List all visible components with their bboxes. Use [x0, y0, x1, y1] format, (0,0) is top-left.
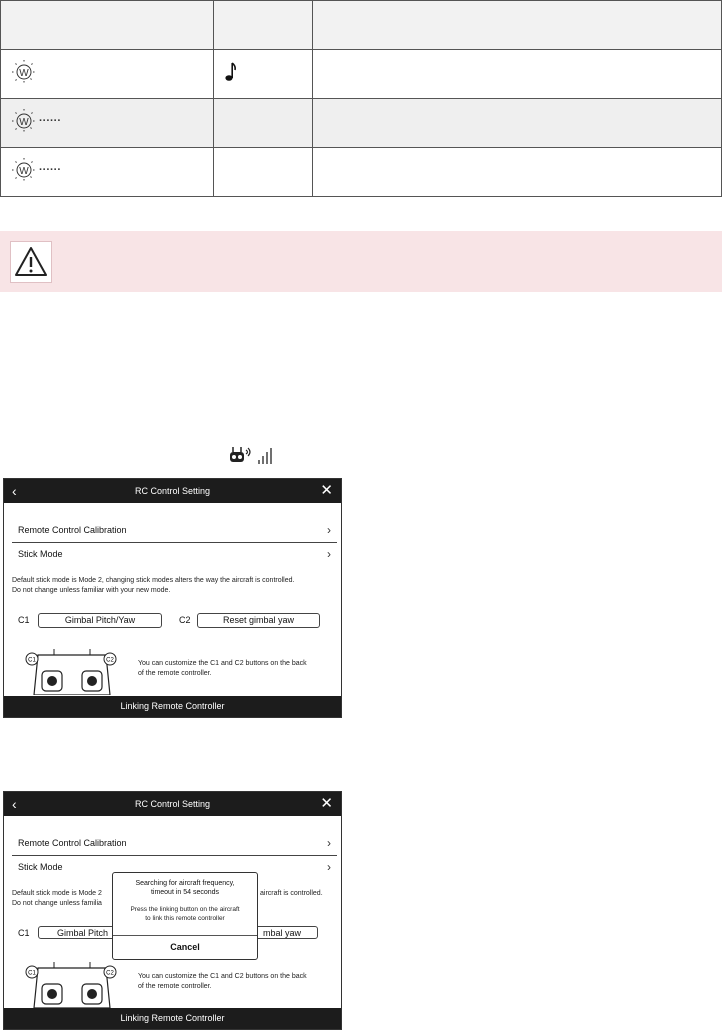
- screen-title: RC Control Setting: [134, 486, 211, 496]
- sound-cell: [213, 98, 313, 148]
- customize-note: You can customize the C1 and C2 buttons …: [138, 659, 307, 679]
- calibration-label: Remote Control Calibration: [18, 525, 127, 535]
- back-icon[interactable]: ‹: [12, 792, 17, 816]
- stick-mode-row[interactable]: Stick Mode ›: [18, 547, 331, 561]
- header-cell: [0, 0, 214, 50]
- close-icon[interactable]: ✕: [320, 479, 333, 503]
- c2-select[interactable]: Reset gimbal yaw: [197, 613, 320, 628]
- remote-controller-illustration: C1 C2: [24, 649, 120, 700]
- note-line: of the remote controller.: [138, 670, 212, 677]
- dialog-divider: [113, 935, 257, 936]
- stick-mode-description-left: Default stick mode is Mode 2 Do not chan…: [12, 889, 102, 909]
- chevron-right-icon: ›: [327, 523, 331, 537]
- dialog-body-line: Press the linking button on the aircraft: [130, 906, 240, 913]
- chevron-right-icon: ›: [327, 547, 331, 561]
- dialog-body-line: to link this remote controller: [145, 915, 225, 922]
- description-line: Do not change unless familia: [12, 900, 102, 907]
- close-icon[interactable]: ✕: [320, 792, 333, 816]
- title-bar: ‹ RC Control Setting ✕: [4, 479, 341, 503]
- c1-select[interactable]: Gimbal Pitch/Yaw: [38, 613, 162, 628]
- calibration-label: Remote Control Calibration: [18, 838, 127, 848]
- table-header-row: [0, 0, 722, 50]
- stick-mode-row[interactable]: Stick Mode ›: [18, 860, 331, 874]
- c2-label: C2: [179, 615, 191, 625]
- calibration-row[interactable]: Remote Control Calibration ›: [18, 836, 331, 850]
- c1-label: C1: [18, 615, 30, 625]
- white-led-icon: W ······: [11, 157, 61, 183]
- c1-label: C1: [18, 928, 30, 938]
- svg-text:W: W: [19, 68, 29, 79]
- rc-signal-icon: [228, 444, 278, 473]
- remote-controller-illustration: C1 C2: [24, 962, 120, 1013]
- svg-text:W: W: [19, 117, 29, 128]
- music-note-icon: [224, 61, 238, 87]
- stick-mode-description-right: aircraft is controlled.: [260, 890, 323, 897]
- linking-dialog: Searching for aircraft frequency, timeou…: [112, 872, 258, 960]
- description-cell: [312, 49, 722, 99]
- blink-pattern: ······: [39, 163, 61, 176]
- white-led-icon: W ······: [11, 108, 61, 134]
- warning-icon-box: [10, 241, 52, 283]
- stick-mode-description: Default stick mode is Mode 2, changing s…: [12, 576, 337, 596]
- title-bar: ‹ RC Control Setting ✕: [4, 792, 341, 816]
- customize-note: You can customize the C1 and C2 buttons …: [138, 972, 307, 992]
- table-row: W ······: [0, 147, 722, 197]
- calibration-row[interactable]: Remote Control Calibration ›: [18, 523, 331, 537]
- description-line: Default stick mode is Mode 2, changing s…: [12, 577, 295, 584]
- header-cell: [213, 0, 313, 50]
- cancel-button[interactable]: Cancel: [113, 937, 257, 957]
- warning-triangle-icon: [15, 247, 47, 276]
- note-line: You can customize the C1 and C2 buttons …: [138, 660, 307, 667]
- sound-cell: [213, 49, 313, 99]
- svg-text:C1: C1: [28, 658, 36, 664]
- svg-text:C2: C2: [106, 658, 114, 664]
- warning-box: [0, 231, 722, 292]
- stick-mode-label: Stick Mode: [18, 549, 63, 559]
- chevron-right-icon: ›: [327, 860, 331, 874]
- description-line: Do not change unless familiar with your …: [12, 587, 171, 594]
- chevron-right-icon: ›: [327, 836, 331, 850]
- svg-text:C1: C1: [28, 971, 36, 977]
- dialog-title-line: timeout in 54 seconds: [150, 889, 220, 896]
- white-led-icon: W: [11, 59, 37, 85]
- led-cell: W: [0, 49, 214, 99]
- rc-settings-screen-linking: ‹ RC Control Setting ✕ Remote Control Ca…: [3, 791, 342, 1030]
- divider: [12, 855, 337, 856]
- table-row: W: [0, 49, 722, 99]
- svg-text:C2: C2: [106, 971, 114, 977]
- stick-mode-label: Stick Mode: [18, 862, 63, 872]
- link-rc-button[interactable]: Linking Remote Controller: [4, 696, 341, 717]
- description-cell: [312, 98, 722, 148]
- rc-settings-screen: ‹ RC Control Setting ✕ Remote Control Ca…: [3, 478, 342, 718]
- blink-pattern: ······: [39, 114, 61, 127]
- sound-cell: [213, 147, 313, 197]
- dialog-body: Press the linking button on the aircraft…: [113, 905, 257, 923]
- dialog-title-line: Searching for aircraft frequency,: [135, 880, 235, 887]
- note-line: of the remote controller.: [138, 983, 212, 990]
- led-cell: W ······: [0, 98, 214, 148]
- description-cell: [312, 147, 722, 197]
- header-cell: [312, 0, 722, 50]
- description-line: Default stick mode is Mode 2: [12, 890, 102, 897]
- dialog-title: Searching for aircraft frequency, timeou…: [113, 879, 257, 897]
- status-table: W W ······ W ······: [0, 0, 722, 197]
- led-cell: W ······: [0, 147, 214, 197]
- back-icon[interactable]: ‹: [12, 479, 17, 503]
- divider: [12, 542, 337, 543]
- svg-text:W: W: [19, 166, 29, 177]
- note-line: You can customize the C1 and C2 buttons …: [138, 973, 307, 980]
- table-row: W ······: [0, 98, 722, 148]
- link-rc-button[interactable]: Linking Remote Controller: [4, 1008, 341, 1029]
- screen-title: RC Control Setting: [134, 799, 211, 809]
